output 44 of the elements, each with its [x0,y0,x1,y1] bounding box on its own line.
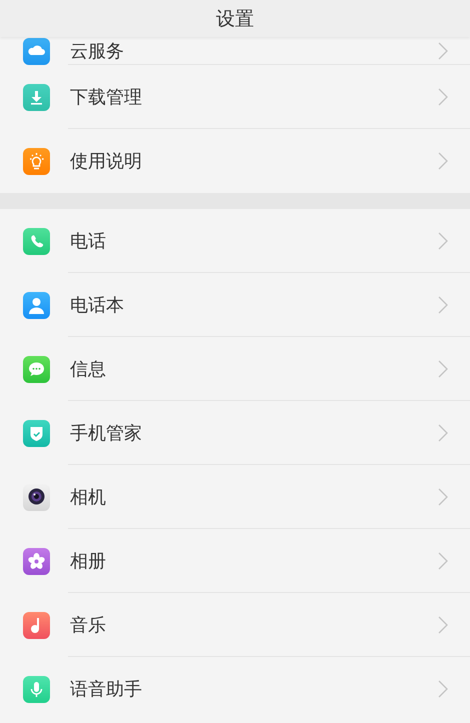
settings-item[interactable]: 电话本 [0,273,470,337]
chevron-icon [438,152,448,170]
item-label: 相册 [70,550,107,573]
download-icon [23,84,50,110]
item-label: 电话 [70,230,107,253]
settings-item[interactable]: 手机管家 [0,401,470,465]
settings-item[interactable]: 云服务 [0,37,470,65]
settings-item[interactable]: 使用说明 [0,129,470,193]
settings-item[interactable]: 相册 [0,529,470,593]
music-icon [23,612,50,638]
item-label: 电话本 [70,294,125,317]
settings-item[interactable]: 音乐 [0,593,470,657]
settings-item[interactable]: 相机 [0,465,470,529]
chevron-icon [438,616,448,634]
item-label: 相机 [70,486,107,509]
chevron-icon [438,424,448,442]
bulb-icon [23,148,50,174]
settings-item[interactable]: 语音助手 [0,657,470,721]
item-label: 语音助手 [70,678,143,701]
item-label: 云服务 [70,40,125,63]
chevron-icon [438,552,448,570]
item-label: 手机管家 [70,422,143,445]
item-label: 音乐 [70,614,107,637]
settings-item[interactable]: 信息 [0,337,470,401]
chevron-icon [438,488,448,506]
cloud-icon [23,38,50,64]
settings-item[interactable]: 下载管理 [0,65,470,129]
chevron-icon [438,42,448,60]
flower-icon [23,548,50,574]
message-icon [23,356,50,382]
chevron-icon [438,296,448,314]
settings-item[interactable]: 电话 [0,209,470,273]
mic-icon [23,676,50,702]
shield-icon [23,420,50,446]
chevron-icon [438,360,448,378]
item-label: 下载管理 [70,86,143,109]
phone-icon [23,228,50,254]
chevron-icon [438,680,448,698]
contact-icon [23,292,50,318]
chevron-icon [438,232,448,250]
page-title: 设置 [216,7,254,32]
item-label: 信息 [70,358,107,381]
item-label: 使用说明 [70,150,143,173]
chevron-icon [438,88,448,106]
